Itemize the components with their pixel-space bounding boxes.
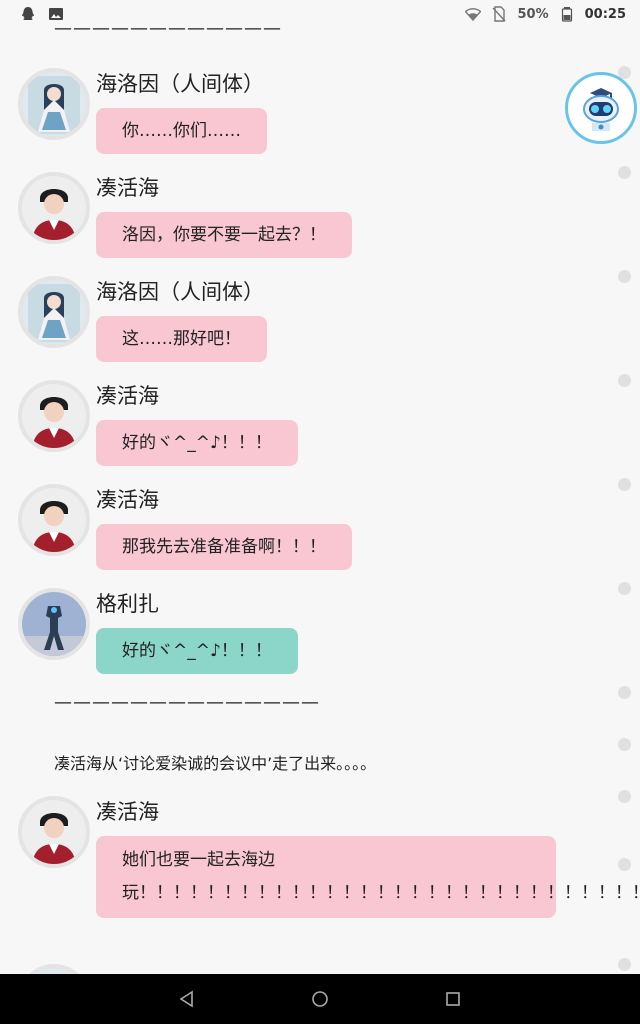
message-bubble[interactable]: 她们也要一起去海边玩！！！！！！！！！！！！！！！！！！！！！！！！！！！！！！… bbox=[96, 836, 640, 918]
battery-percent: 50% bbox=[517, 6, 549, 22]
message-bubble[interactable]: 好的ヾ^_^♪！！！ bbox=[96, 628, 298, 674]
scroll-marker[interactable] bbox=[618, 738, 631, 751]
scroll-marker[interactable] bbox=[618, 374, 631, 387]
scroll-marker[interactable] bbox=[618, 858, 631, 871]
sender-name: 凑活海 bbox=[96, 488, 159, 512]
status-bar-right: 50% 00:25 bbox=[465, 6, 626, 22]
avatar[interactable] bbox=[18, 484, 90, 556]
divider-line: —————————————— bbox=[54, 692, 320, 713]
avatar[interactable] bbox=[18, 588, 90, 660]
avatar[interactable] bbox=[18, 68, 90, 140]
sender-name: 海洛因（人间体） bbox=[96, 72, 264, 96]
navigation-bar bbox=[0, 974, 640, 1024]
scroll-marker[interactable] bbox=[618, 166, 631, 179]
avatar[interactable] bbox=[18, 796, 90, 868]
status-bar: 50% 00:25 bbox=[0, 0, 640, 28]
scroll-marker[interactable] bbox=[618, 270, 631, 283]
sender-name: 格利扎 bbox=[96, 592, 159, 616]
status-bar-left bbox=[20, 6, 64, 22]
scroll-marker[interactable] bbox=[618, 582, 631, 595]
sender-name: 海洛因（人间体） bbox=[96, 280, 264, 304]
battery-icon bbox=[559, 6, 575, 22]
recents-icon[interactable] bbox=[433, 979, 473, 1019]
scroll-marker[interactable] bbox=[618, 478, 631, 491]
wifi-icon bbox=[465, 6, 482, 22]
back-icon[interactable] bbox=[167, 979, 207, 1019]
scroll-marker[interactable] bbox=[618, 790, 631, 803]
scroll-marker[interactable] bbox=[618, 686, 631, 699]
divider-line: ———————————— bbox=[54, 28, 282, 39]
robot-assistant-icon[interactable] bbox=[565, 72, 637, 144]
message-bubble[interactable]: 这……那好吧！ bbox=[96, 316, 267, 362]
sender-name: 凑活海 bbox=[96, 800, 159, 824]
avatar[interactable] bbox=[18, 276, 90, 348]
message-bubble[interactable]: 那我先去准备准备啊！！！ bbox=[96, 524, 352, 570]
message-bubble[interactable]: 你……你们…… bbox=[96, 108, 267, 154]
sender-name: 凑活海 bbox=[96, 176, 159, 200]
chat-area[interactable]: ———————————— 海洛因（人间体） 你……你们…… 凑活海 洛因，你要不… bbox=[0, 28, 640, 974]
scroll-marker[interactable] bbox=[618, 958, 631, 971]
image-icon bbox=[48, 6, 64, 22]
notification-qq-icon bbox=[20, 6, 36, 22]
narration-text: 凑活海从‘讨论爱染诚的会议中’走了出来。。。。 bbox=[54, 754, 377, 773]
avatar[interactable] bbox=[18, 172, 90, 244]
message-bubble[interactable]: 好的ヾ^_^♪！！！ bbox=[96, 420, 298, 466]
avatar[interactable] bbox=[18, 380, 90, 452]
home-icon[interactable] bbox=[300, 979, 340, 1019]
no-sim-icon bbox=[491, 6, 507, 22]
clock: 00:25 bbox=[584, 6, 626, 22]
avatar[interactable] bbox=[18, 964, 90, 974]
sender-name: 凑活海 bbox=[96, 384, 159, 408]
message-bubble[interactable]: 洛因，你要不要一起去？！ bbox=[96, 212, 352, 258]
